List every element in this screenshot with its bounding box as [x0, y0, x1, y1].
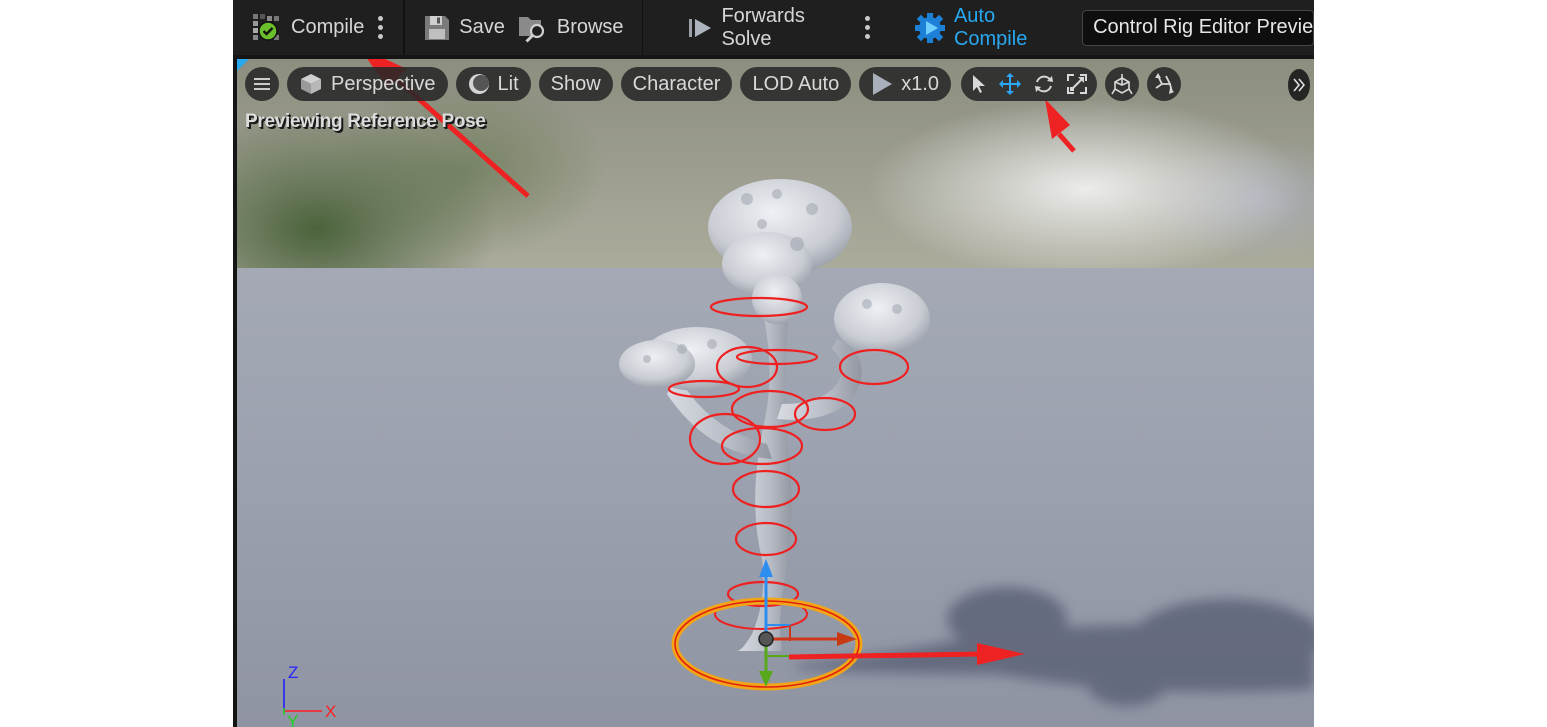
viewport[interactable]: Z X Y Perspective Lit Show Character LOD… [237, 59, 1314, 727]
axis-z-label: Z [288, 663, 298, 682]
gear-play-icon [914, 12, 946, 44]
perspective-button[interactable]: Perspective [287, 67, 448, 101]
arrow-along-x-axis [788, 651, 983, 660]
playback-speed-label: x1.0 [901, 72, 939, 95]
lod-button[interactable]: LOD Auto [740, 67, 852, 101]
main-toolbar: Compile Save Browse Forwards Solve Auto … [233, 0, 1314, 55]
compile-label: Compile [291, 16, 365, 38]
lit-label: Lit [497, 72, 519, 95]
lit-sphere-icon [468, 73, 490, 95]
model-shadow [797, 587, 1314, 706]
folder-search-icon [517, 13, 549, 43]
auto-compile-group: Auto Compile [890, 0, 1076, 55]
playback-speed-button[interactable]: x1.0 [859, 67, 951, 101]
control-rig-bone-button[interactable] [1105, 67, 1139, 101]
control-rig-tweak-button[interactable] [1147, 67, 1181, 101]
hamburger-icon [254, 77, 270, 91]
show-button[interactable]: Show [538, 67, 613, 101]
control-rig-editor: Compile Save Browse Forwards Solve Auto … [233, 0, 1314, 727]
floppy-disk-icon [423, 14, 451, 42]
lod-label: LOD Auto [752, 72, 840, 95]
axis-x-label: X [325, 702, 336, 721]
browse-button[interactable]: Browse [511, 8, 630, 48]
character-label: Character [632, 72, 721, 95]
viewport-toolbar: Perspective Lit Show Character LOD Auto [245, 67, 1181, 101]
preview-scene-dropdown[interactable]: Control Rig Editor Preview [1082, 9, 1314, 46]
character-button[interactable]: Character [620, 67, 733, 101]
compile-success-icon [251, 12, 283, 44]
view-mode-lit-button[interactable]: Lit [455, 67, 531, 101]
transform-tools-group [961, 67, 1097, 101]
arrow-to-translate-tool [1057, 132, 1076, 153]
scene-render: Z X Y [283, 59, 1314, 727]
browse-label: Browse [556, 16, 624, 38]
control-rig-tweak-icon [1152, 72, 1176, 96]
play-icon [871, 72, 893, 96]
scale-icon[interactable] [1067, 74, 1087, 94]
cube-icon [299, 72, 323, 96]
save-label: Save [459, 16, 505, 38]
chevron-double-right-icon [1293, 78, 1305, 92]
viewport-status-text: Previewing Reference Pose [245, 111, 486, 132]
rotate-icon[interactable] [1033, 73, 1055, 95]
axis-indicator: Z X Y [283, 663, 336, 727]
compile-options-kebab-icon[interactable] [370, 16, 391, 39]
forwards-solve-label: Forwards Solve [721, 4, 805, 50]
control-rig-bone-icon [1110, 72, 1134, 96]
forwards-solve-button[interactable]: Forwards Solve [681, 4, 856, 50]
select-icon[interactable] [971, 74, 987, 94]
compile-button[interactable]: Compile [245, 8, 370, 48]
viewport-overflow-button[interactable] [1288, 69, 1310, 101]
auto-compile-label: Auto Compile [953, 4, 1028, 50]
show-label: Show [550, 72, 601, 95]
solve-group: Forwards Solve [643, 0, 889, 55]
save-button[interactable]: Save [417, 8, 511, 48]
play-step-icon [687, 16, 713, 40]
mushroom-tree-model [619, 179, 930, 651]
viewport-menu-button[interactable] [245, 67, 279, 101]
translate-icon[interactable] [999, 73, 1021, 95]
auto-compile-button[interactable]: Auto Compile [908, 4, 1072, 50]
perspective-label: Perspective [331, 72, 436, 95]
gizmo-pivot [758, 631, 774, 647]
axis-y-label: Y [287, 712, 298, 727]
solve-options-kebab-icon[interactable] [857, 16, 878, 39]
preview-scene-value: Control Rig Editor Preview [1093, 16, 1314, 38]
asset-group: Save Browse [405, 0, 641, 55]
compile-group: Compile [233, 0, 403, 55]
